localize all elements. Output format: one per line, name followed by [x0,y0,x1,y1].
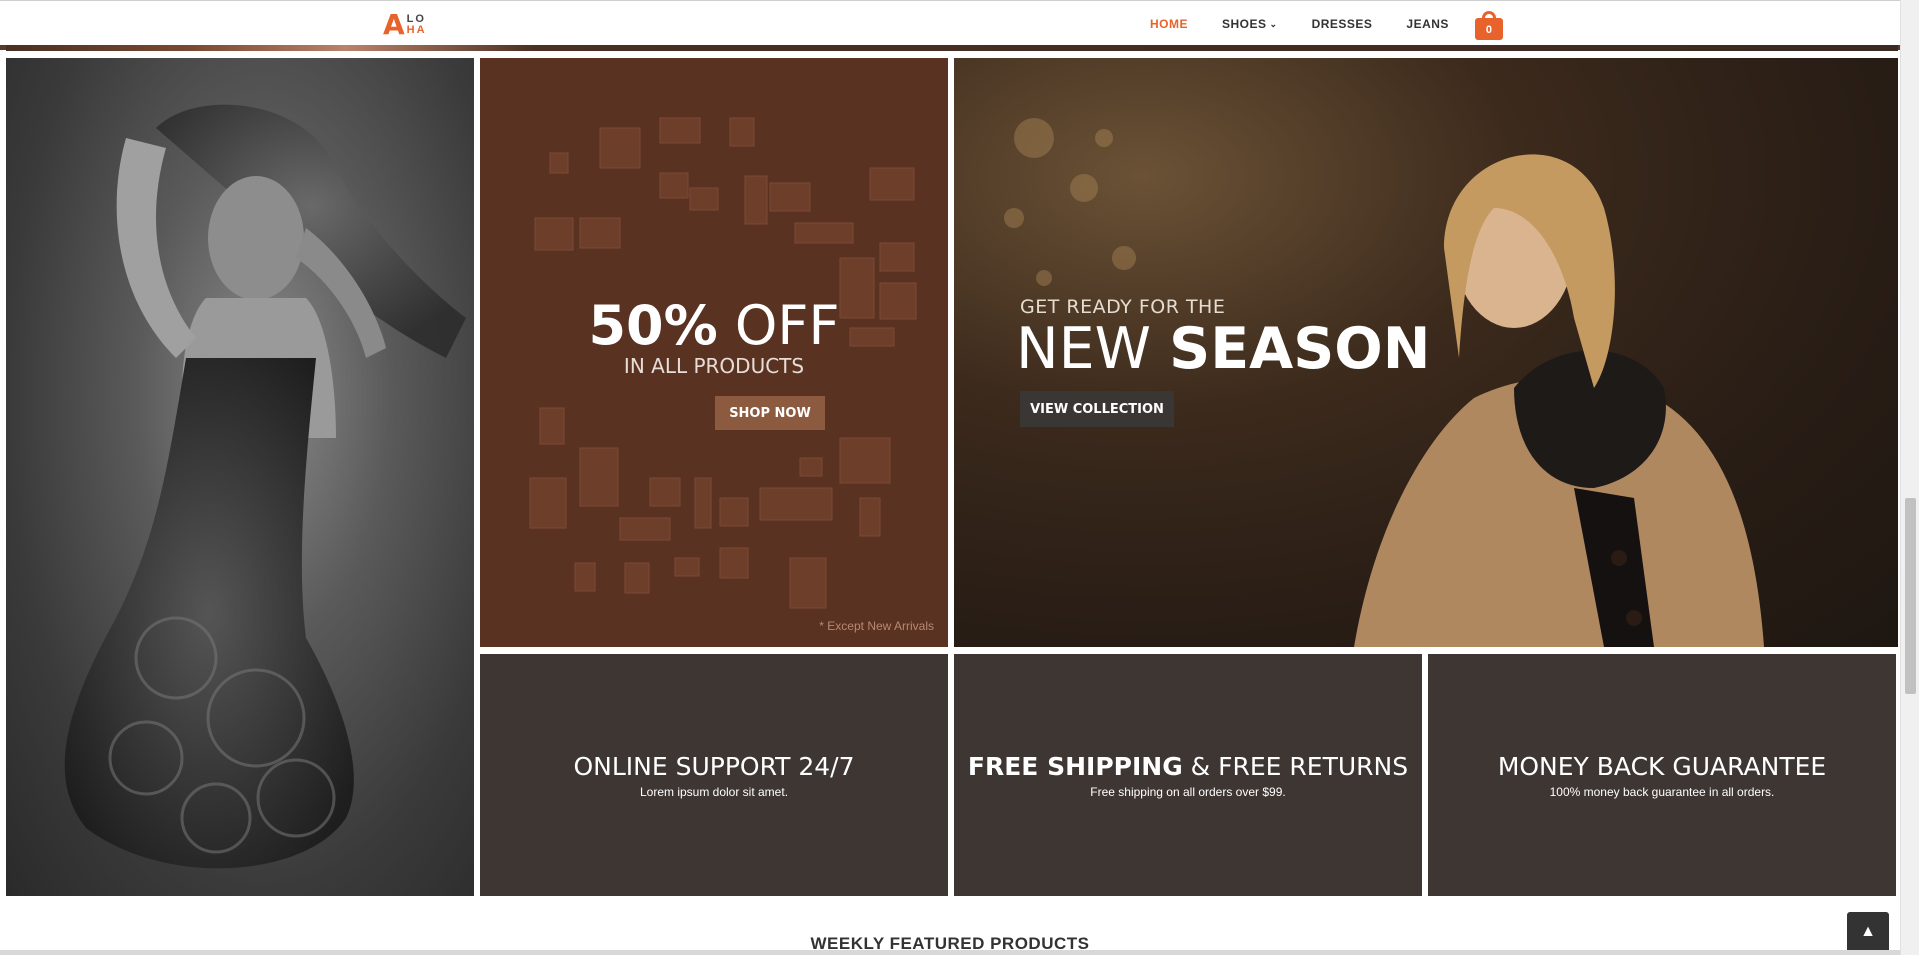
back-to-top-button[interactable]: ▲ [1847,912,1889,952]
guarantee-title: MONEY BACK GUARANTEE [1497,751,1827,781]
shipping-subtitle: Free shipping on all orders over $99. [1090,784,1286,799]
sale-headline: 50% OFF [480,296,948,356]
nav-jeans[interactable]: JEANS [1406,17,1449,31]
sale-note: * Except New Arrivals [819,619,934,633]
season-headline: NEW SEASON [1016,316,1430,382]
sale-off: OFF [734,294,840,357]
new-season-tile[interactable]: GET READY FOR THE NEW SEASON VIEW COLLEC… [954,58,1898,647]
site-logo[interactable]: A LO HA [383,9,453,41]
page-scrollbar[interactable] [1900,0,1919,955]
cart-button[interactable]: 0 [1474,10,1503,40]
shipping-title-bold: FREE SHIPPING [967,751,1183,781]
model-photo [64,104,466,869]
guarantee-subtitle: 100% money back guarantee in all orders. [1549,784,1775,799]
logo-letter: A [383,8,405,41]
header-banner-strip [6,45,1898,51]
sale-subtitle: IN ALL PRODUCTS [623,354,805,378]
sale-promo-tile[interactable]: 50% OFF IN ALL PRODUCTS SHOP NOW * Excep… [480,58,948,647]
season-pretitle: GET READY FOR THE [1020,296,1226,318]
shop-now-button[interactable]: SHOP NOW [715,396,825,430]
guarantee-tile: MONEY BACK GUARANTEE 100% money back gua… [1428,654,1896,896]
shipping-title-rest: & FREE RETURNS [1190,751,1409,781]
season-title-bold: SEASON [1169,316,1431,382]
shipping-title: FREE SHIPPING & FREE RETURNS [968,752,1408,781]
chevron-up-icon: ▲ [1860,923,1876,940]
nav-home[interactable]: HOME [1150,17,1188,31]
view-collection-button[interactable]: VIEW COLLECTION [1020,391,1174,427]
support-tile: ONLINE SUPPORT 24/7 Lorem ipsum dolor si… [480,654,948,896]
nav-shoes[interactable]: SHOES ⌄ [1222,17,1278,31]
main-nav: HOME SHOES ⌄ DRESSES JEANS 0 [1150,1,1503,47]
nav-shoes-label: SHOES [1222,17,1267,31]
sale-percent: 50% [588,294,718,357]
nav-dresses[interactable]: DRESSES [1312,17,1373,31]
site-header: A LO HA HOME SHOES ⌄ DRESSES JEANS 0 [0,0,1900,51]
model-image-tile[interactable] [6,58,474,896]
support-subtitle: Lorem ipsum dolor sit amet. [639,784,789,799]
shipping-tile: FREE SHIPPING & FREE RETURNS Free shippi… [954,654,1422,896]
logo-row2: HA [406,24,427,36]
scrollbar-thumb[interactable] [1905,498,1916,694]
chevron-down-icon: ⌄ [1269,18,1278,29]
cart-count: 0 [1474,18,1503,40]
window-bottom-edge [0,950,1900,955]
season-title-light: NEW [1016,316,1152,382]
support-title: ONLINE SUPPORT 24/7 [573,751,855,781]
